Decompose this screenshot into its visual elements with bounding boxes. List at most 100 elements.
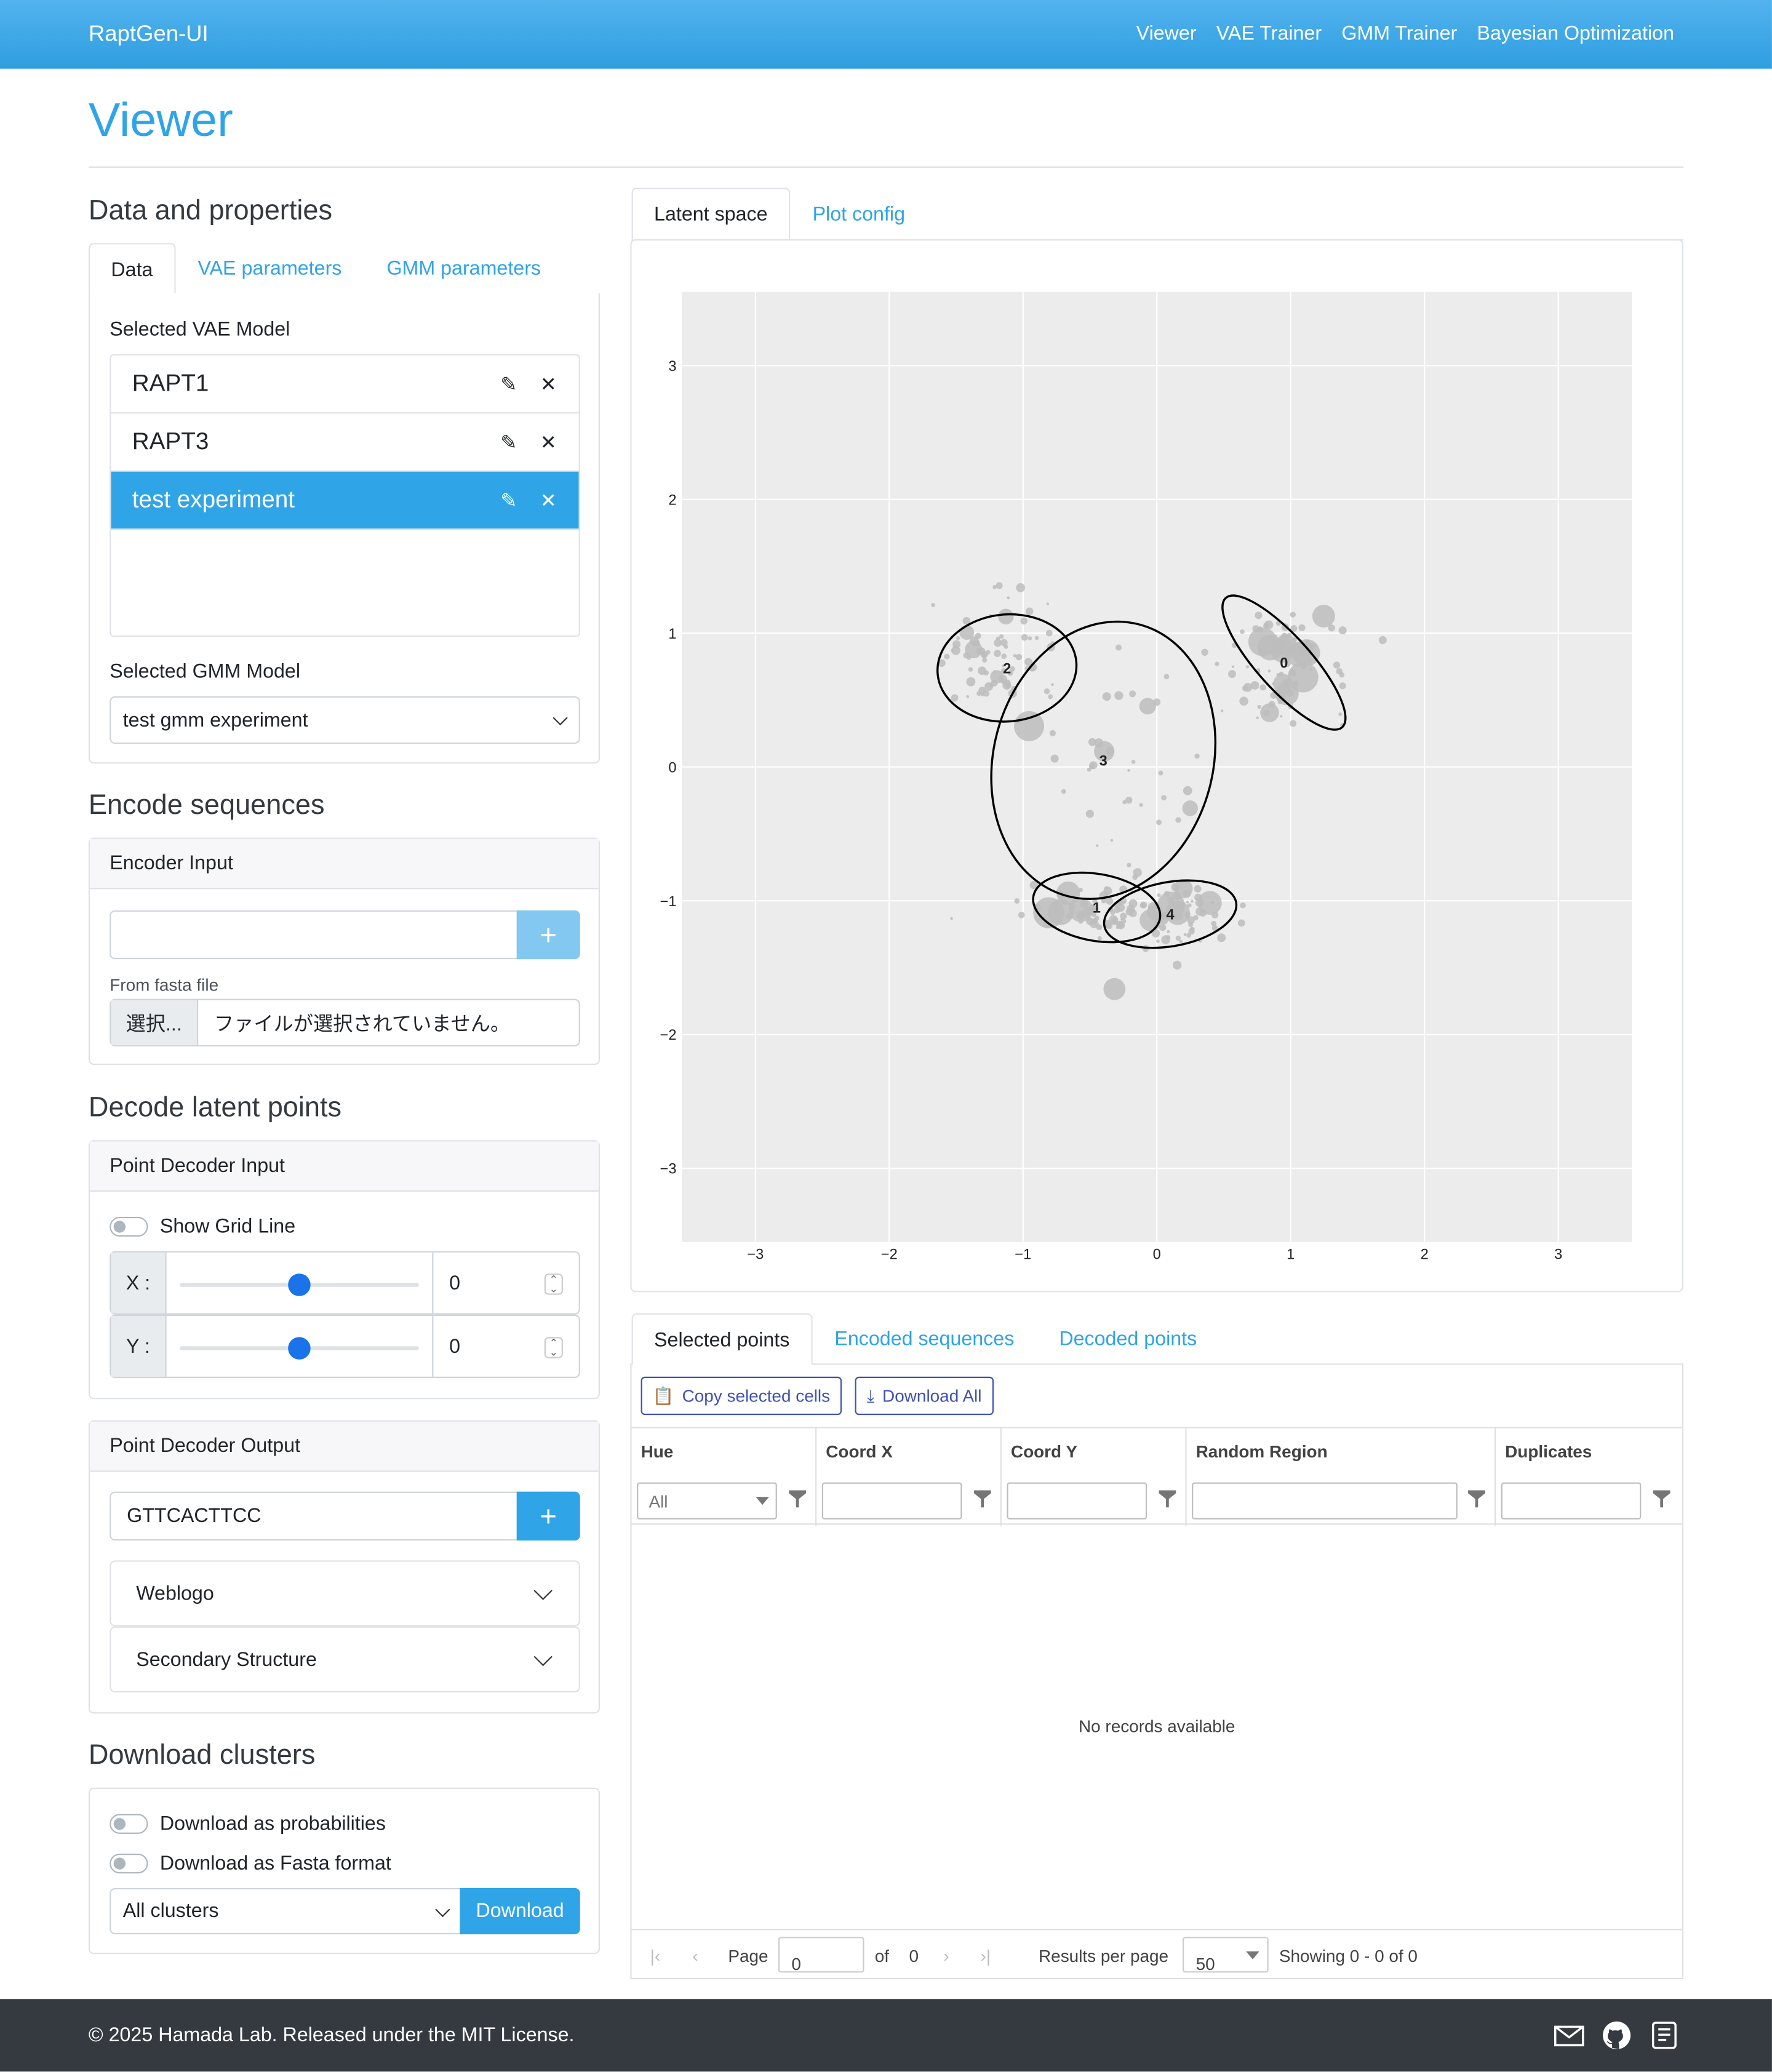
hue-filter-select[interactable]: All — [637, 1482, 777, 1520]
data-point — [1292, 672, 1296, 677]
data-point — [1183, 890, 1191, 898]
pencil-icon[interactable]: ✎ — [497, 431, 521, 455]
filter-icon[interactable] — [973, 1490, 991, 1508]
spinner-icon[interactable]: ⌃ ⌄ — [544, 1337, 563, 1358]
download-all-button[interactable]: ⤓ Download All — [855, 1376, 994, 1416]
encode-add-button[interactable]: + — [516, 910, 580, 960]
file-select-button[interactable]: 選択... — [111, 1000, 199, 1045]
pencil-icon[interactable]: ✎ — [497, 489, 521, 513]
nav-viewer[interactable]: Viewer — [1136, 23, 1197, 46]
x-value-input[interactable]: 0 ⌃ ⌄ — [433, 1253, 578, 1313]
data-point — [989, 683, 994, 688]
random-region-filter[interactable] — [1192, 1482, 1458, 1520]
footer-text: © 2025 Hamada Lab. Released under the MI… — [88, 2024, 575, 2047]
tab-gmm-parameters[interactable]: GMM parameters — [364, 243, 564, 293]
tab-encoded-sequences[interactable]: Encoded sequences — [812, 1313, 1037, 1364]
nav-gmm-trainer[interactable]: GMM Trainer — [1341, 23, 1457, 46]
x-tick-label: −2 — [881, 1247, 898, 1263]
y-tick-label: 2 — [668, 492, 676, 508]
data-point — [1190, 899, 1194, 903]
y-slider[interactable] — [167, 1316, 434, 1377]
first-page-icon[interactable]: |‹ — [650, 1946, 661, 1966]
coord-y-filter[interactable] — [1007, 1482, 1147, 1520]
data-point — [1338, 712, 1343, 716]
pencil-icon[interactable]: ✎ — [497, 373, 521, 397]
grid-line-toggle[interactable] — [110, 1216, 148, 1237]
nav-bayesian-optimization[interactable]: Bayesian Optimization — [1477, 23, 1674, 46]
close-icon[interactable]: ✕ — [537, 489, 561, 513]
per-page-select[interactable]: 50 — [1183, 1937, 1269, 1974]
tab-plot-config[interactable]: Plot config — [790, 188, 927, 239]
data-point — [1044, 688, 1050, 695]
spinner-icon[interactable]: ⌃ ⌄ — [544, 1273, 563, 1295]
filter-icon[interactable] — [1159, 1490, 1176, 1508]
chevron-down-icon — [533, 1647, 553, 1667]
copy-selected-button[interactable]: 📋 Copy selected cells — [641, 1376, 842, 1416]
filter-icon[interactable] — [789, 1490, 807, 1508]
y-slider-thumb[interactable] — [288, 1337, 311, 1360]
page-input[interactable]: 0 — [778, 1937, 864, 1974]
cluster-select-value: All clusters — [122, 1900, 219, 1923]
data-point — [1242, 685, 1248, 691]
latent-space-plot[interactable]: 0 1 2 3 4 −3 −2 −1 0 1 2 3 3 2 1 0 −1 −2 −3 — [632, 241, 1682, 1291]
decoder-add-button[interactable]: + — [516, 1491, 580, 1541]
data-point — [1129, 909, 1137, 918]
filter-icon[interactable] — [1653, 1490, 1670, 1508]
data-point — [1128, 899, 1138, 908]
last-page-icon[interactable]: ›| — [981, 1946, 991, 1966]
vae-model-item[interactable]: RAPT1 ✎ ✕ — [111, 356, 579, 414]
prev-page-icon[interactable]: ‹ — [692, 1946, 698, 1966]
tab-decoded-points[interactable]: Decoded points — [1037, 1313, 1219, 1364]
weblogo-accordion[interactable]: Weblogo — [110, 1560, 580, 1627]
tab-data[interactable]: Data — [88, 243, 175, 295]
vae-model-item[interactable]: RAPT3 ✎ ✕ — [111, 413, 579, 472]
close-icon[interactable]: ✕ — [537, 373, 561, 397]
document-icon[interactable] — [1649, 2020, 1679, 2050]
total-pages: 0 — [909, 1946, 919, 1966]
brand[interactable]: RaptGen-UI — [89, 21, 209, 47]
data-point — [1110, 839, 1114, 842]
data-point — [1183, 933, 1187, 936]
y-value-input[interactable]: 0 ⌃ ⌄ — [433, 1316, 578, 1377]
data-point — [966, 677, 976, 687]
download-button[interactable]: Download — [460, 1887, 580, 1935]
cluster-select[interactable]: All clusters — [110, 1887, 463, 1935]
data-point — [951, 648, 954, 653]
data-point — [1298, 624, 1306, 631]
fasta-toggle[interactable] — [110, 1854, 148, 1874]
data-point — [1125, 797, 1133, 804]
vae-model-item-selected[interactable]: test experiment ✎ ✕ — [111, 471, 579, 530]
data-point — [1103, 978, 1126, 1000]
decoder-input-title: Point Decoder Input — [90, 1141, 599, 1192]
showing-range: Showing 0 - 0 of 0 — [1279, 1946, 1418, 1966]
x-slider[interactable] — [167, 1252, 434, 1313]
y-tick-label: −1 — [660, 894, 677, 910]
data-point — [1005, 682, 1011, 688]
data-point — [1179, 939, 1183, 944]
x-slider-thumb[interactable] — [288, 1273, 311, 1296]
tab-latent-space[interactable]: Latent space — [631, 187, 791, 241]
secondary-structure-accordion[interactable]: Secondary Structure — [110, 1626, 580, 1693]
tab-vae-parameters[interactable]: VAE parameters — [175, 243, 364, 293]
filter-icon[interactable] — [1467, 1490, 1485, 1508]
page-title: Viewer — [88, 92, 233, 147]
nav-vae-trainer[interactable]: VAE Trainer — [1216, 23, 1322, 46]
x-tick-label: 1 — [1287, 1247, 1295, 1263]
data-point — [1175, 935, 1181, 941]
coord-x-filter[interactable] — [821, 1482, 962, 1520]
encoder-input[interactable] — [110, 910, 518, 960]
data-point — [1195, 907, 1204, 916]
next-page-icon[interactable]: › — [943, 1946, 949, 1966]
x-tick-label: 2 — [1421, 1247, 1429, 1263]
data-point — [1167, 930, 1170, 933]
tab-selected-points[interactable]: Selected points — [631, 1313, 812, 1365]
data-point — [1181, 902, 1185, 906]
fasta-file-input[interactable]: 選択... ファイルが選択されていません。 — [110, 998, 580, 1046]
mail-icon[interactable] — [1554, 2020, 1584, 2050]
probabilities-toggle[interactable] — [110, 1814, 148, 1834]
duplicates-filter[interactable] — [1501, 1482, 1642, 1520]
gmm-model-select[interactable]: test gmm experiment — [110, 696, 580, 744]
close-icon[interactable]: ✕ — [537, 431, 561, 455]
github-icon[interactable] — [1602, 2020, 1632, 2050]
decoder-output-field[interactable]: GTTCACTTCC — [110, 1491, 518, 1541]
